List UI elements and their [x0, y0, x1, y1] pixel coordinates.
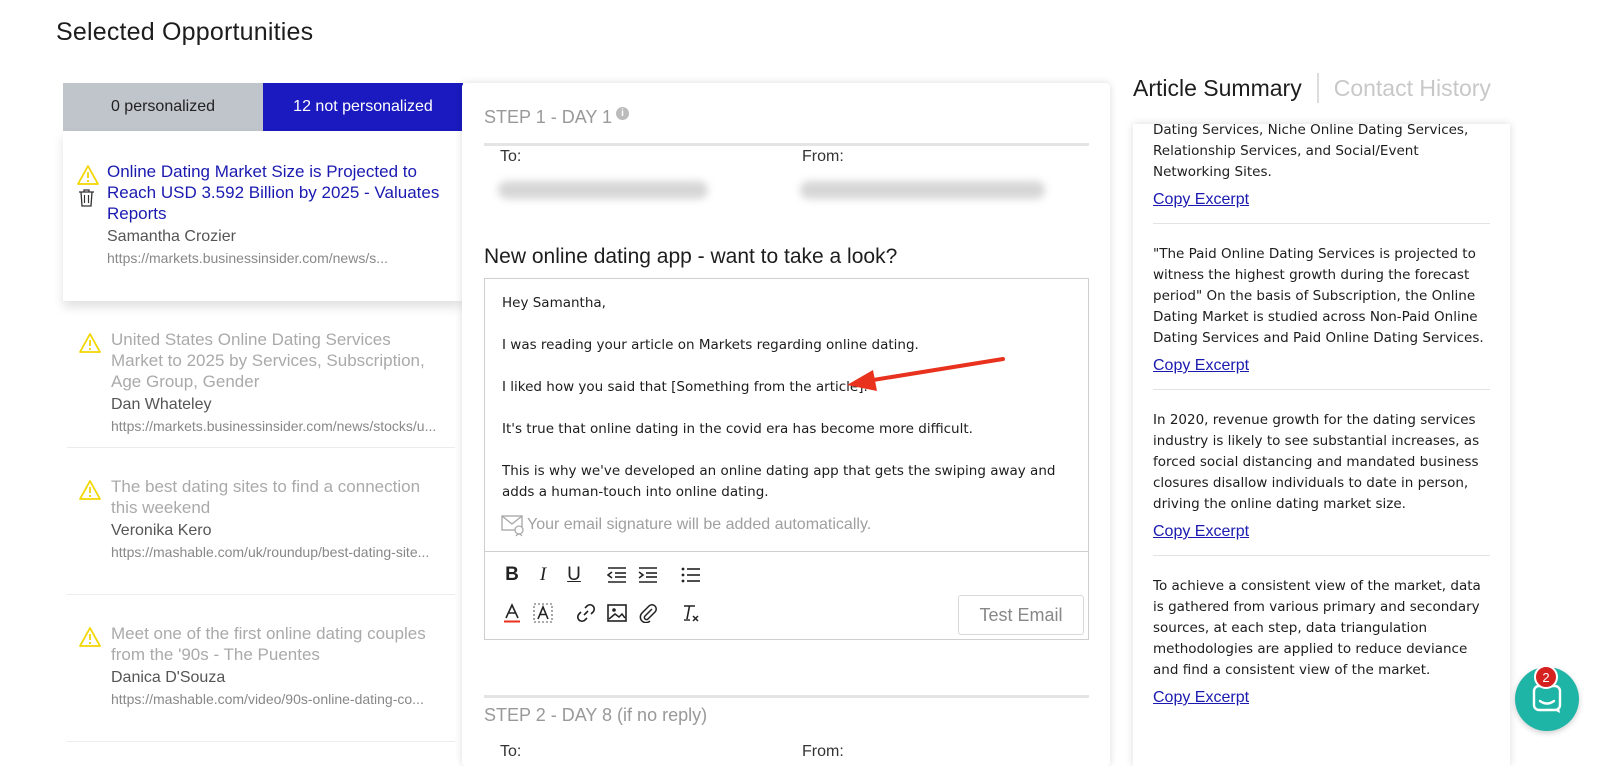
opportunity-title[interactable]: United States Online Dating Services Mar…	[111, 329, 439, 392]
signature-note: Your email signature will be added autom…	[485, 513, 1088, 537]
page-title: Selected Opportunities	[56, 18, 314, 46]
clear-format-icon[interactable]	[680, 602, 702, 624]
email-line: Hey Samantha,	[502, 295, 606, 311]
bold-icon[interactable]: B	[501, 564, 523, 586]
divider	[484, 695, 1089, 698]
opportunity-url: https://mashable.com/uk/roundup/best-dat…	[111, 544, 430, 560]
trash-icon[interactable]	[78, 188, 95, 207]
from-label: From:	[802, 148, 844, 165]
image-icon[interactable]	[606, 602, 628, 624]
opportunity-url: https://markets.businessinsider.com/news…	[107, 250, 388, 266]
excerpt-item: In 2020, revenue growth for the dating s…	[1153, 390, 1490, 556]
opportunity-title[interactable]: Online Dating Market Size is Projected t…	[107, 161, 447, 224]
from-label: From:	[802, 743, 844, 760]
to-label: To:	[500, 743, 522, 760]
opportunity-item[interactable]: United States Online Dating Services Mar…	[67, 301, 455, 448]
highlight-icon[interactable]	[532, 602, 554, 624]
personalization-tabs: 0 personalized 12 not personalized	[63, 83, 463, 131]
opportunity-item[interactable]: The best dating sites to find a connecti…	[67, 448, 455, 595]
attachment-icon[interactable]	[637, 602, 659, 624]
step-1-header: STEP 1 - DAY 1i	[484, 107, 630, 128]
excerpt-item: "The Paid Online Dating Services is proj…	[1153, 224, 1490, 390]
opportunity-item[interactable]: Meet one of the first online dating coup…	[67, 595, 455, 742]
opportunity-title[interactable]: Meet one of the first online dating coup…	[111, 623, 439, 665]
warning-icon	[77, 165, 99, 185]
email-line: I was reading your article on Markets re…	[502, 337, 919, 353]
warning-icon	[79, 480, 101, 500]
opportunity-author: Samantha Crozier	[107, 228, 236, 245]
indent-icon[interactable]	[637, 564, 659, 586]
step-2-header: STEP 2 - DAY 8 (if no reply)	[484, 705, 708, 725]
excerpt-text: Dating Services, Niche Online Dating Ser…	[1153, 124, 1469, 180]
excerpt-item: Dating Services, Niche Online Dating Ser…	[1153, 124, 1490, 224]
to-label: To:	[500, 148, 522, 165]
email-body-editor[interactable]: Hey Samantha, I was reading your article…	[484, 278, 1089, 640]
notification-badge: 2	[1534, 665, 1558, 689]
opportunity-item[interactable]: Online Dating Market Size is Projected t…	[63, 131, 463, 301]
opportunity-author: Danica D'Souza	[111, 669, 226, 686]
email-sequence-panel: STEP 1 - DAY 1i To: From: New online dat…	[462, 83, 1110, 766]
info-icon[interactable]: i	[616, 107, 630, 120]
to-value-redacted	[498, 181, 708, 199]
tab-not-personalized[interactable]: 12 not personalized	[263, 83, 463, 131]
divider	[484, 143, 1089, 146]
excerpt-text: To achieve a consistent view of the mark…	[1153, 578, 1481, 678]
bullet-list-icon[interactable]	[680, 564, 702, 586]
opportunity-url: https://markets.businessinsider.com/news…	[111, 418, 437, 434]
copy-excerpt-link[interactable]: Copy Excerpt	[1153, 689, 1249, 707]
tab-contact-history[interactable]: Contact History	[1334, 75, 1491, 102]
excerpt-item: To achieve a consistent view of the mark…	[1153, 556, 1490, 721]
copy-excerpt-link[interactable]: Copy Excerpt	[1153, 191, 1249, 209]
opportunity-list: 0 personalized 12 not personalized Onlin…	[63, 83, 463, 766]
text-color-icon[interactable]	[501, 602, 523, 624]
divider	[1316, 73, 1319, 103]
opportunity-url: https://mashable.com/video/90s-online-da…	[111, 691, 424, 707]
article-summary-panel: Dating Services, Niche Online Dating Ser…	[1133, 124, 1510, 766]
email-subject[interactable]: New online dating app - want to take a l…	[484, 245, 897, 269]
email-line: It's true that online dating in the covi…	[502, 421, 973, 437]
outdent-icon[interactable]	[606, 564, 628, 586]
from-value-redacted	[800, 181, 1045, 199]
opportunity-title[interactable]: The best dating sites to find a connecti…	[111, 476, 439, 518]
email-line: This is why we've developed an online da…	[502, 463, 1056, 500]
editor-toolbar: B I U Test Email	[485, 551, 1088, 639]
annotation-arrow-icon	[847, 357, 1005, 391]
warning-icon	[79, 627, 101, 647]
underline-icon[interactable]: U	[563, 564, 585, 586]
link-icon[interactable]	[575, 602, 597, 624]
italic-icon[interactable]: I	[532, 564, 554, 586]
warning-icon	[79, 333, 101, 353]
opportunity-author: Dan Whateley	[111, 396, 212, 413]
copy-excerpt-link[interactable]: Copy Excerpt	[1153, 357, 1249, 375]
copy-excerpt-link[interactable]: Copy Excerpt	[1153, 523, 1249, 541]
mail-signature-icon	[501, 515, 524, 537]
tab-article-summary[interactable]: Article Summary	[1133, 75, 1302, 102]
opportunity-author: Veronika Kero	[111, 522, 212, 539]
tab-personalized[interactable]: 0 personalized	[63, 83, 263, 131]
summary-tabs: Article Summary Contact History	[1133, 73, 1491, 103]
excerpt-text: "The Paid Online Dating Services is proj…	[1153, 246, 1484, 346]
excerpt-text: In 2020, revenue growth for the dating s…	[1153, 412, 1480, 512]
test-email-button[interactable]: Test Email	[958, 595, 1084, 635]
